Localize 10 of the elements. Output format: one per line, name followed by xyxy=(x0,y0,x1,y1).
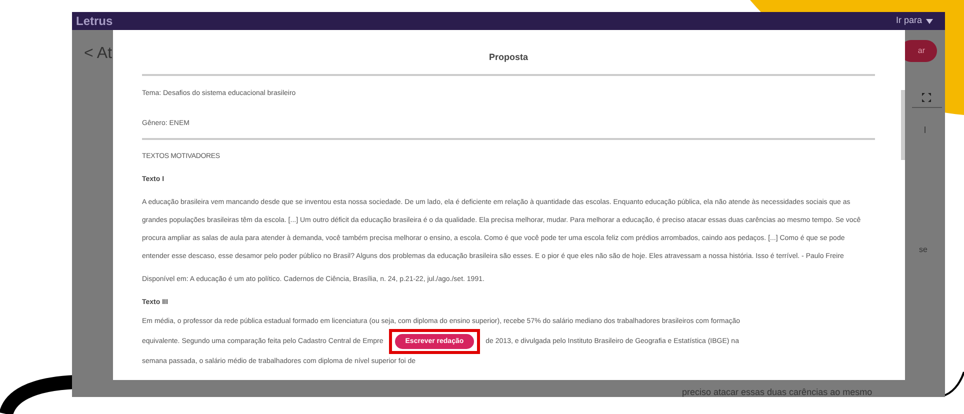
background-text: se xyxy=(919,244,928,256)
caret-icon xyxy=(926,18,933,24)
background-text: l xyxy=(924,124,926,137)
page-title[interactable]: < At xyxy=(84,42,112,66)
nav-menu[interactable]: Ir para xyxy=(896,14,933,28)
logo: Letrus xyxy=(76,13,113,30)
expand-icon[interactable] xyxy=(922,93,931,102)
scrollbar-thumb[interactable] xyxy=(901,90,905,160)
background-text: preciso atacar essas duas carências ao mesmo xyxy=(682,386,872,397)
modal-title: Proposta xyxy=(488,52,528,62)
